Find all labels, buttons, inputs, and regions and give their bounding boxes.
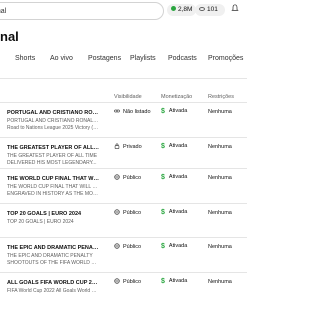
restrictions-cell: Nenhuma	[208, 244, 232, 250]
views-chip[interactable]: 101	[195, 4, 225, 16]
tab-posts[interactable]: Postagens	[88, 55, 121, 62]
video-title[interactable]: THE WORLD CUP FINAL THAT WILL B...	[7, 176, 99, 182]
visibility-label: Público	[123, 175, 142, 181]
video-description-line1: FIFA World Cup 2022 All Goals World Cup	[7, 288, 99, 294]
monetization-label: Ativada	[168, 243, 188, 249]
visibility-cell[interactable]: Público	[114, 209, 141, 216]
dollar-icon: $	[161, 209, 165, 216]
link-icon	[114, 109, 123, 115]
subscribers-count: 2,8M	[178, 6, 193, 13]
video-title[interactable]: ALL GOALS FIFA WORLD CUP 2022	[7, 280, 99, 286]
column-visibility[interactable]: Visibilidade	[114, 94, 142, 100]
restrictions-cell: Nenhuma	[208, 109, 232, 115]
tabs-divider	[0, 78, 247, 79]
dollar-icon: $	[161, 143, 165, 150]
dollar-icon: $	[161, 174, 165, 181]
visibility-label: Público	[123, 210, 142, 216]
video-description: FIFA World Cup 2022 All Goals World Cup	[7, 288, 99, 295]
visibility-label: Público	[123, 279, 142, 285]
search-input[interactable]: anal	[0, 2, 164, 20]
tab-live[interactable]: Ao vivo	[50, 55, 73, 62]
monetization-label: Ativada	[168, 278, 188, 284]
video-description-line1: PORTUGAL AND CRISTIANO RONALDO -	[7, 118, 99, 124]
tab-playlists[interactable]: Playlists	[130, 55, 156, 62]
monetization-cell[interactable]: $ Ativada	[161, 278, 187, 285]
video-description: THE GREATEST PLAYER OF ALL TIME DELIVERED…	[7, 153, 99, 166]
top-bar: anal 2,8M 101	[0, 0, 247, 22]
monetization-cell[interactable]: $ Ativada	[161, 209, 187, 216]
tab-podcasts[interactable]: Podcasts	[168, 55, 197, 62]
video-title[interactable]: TOP 20 GOALS | EURO 2024	[7, 211, 99, 217]
video-description: PORTUGAL AND CRISTIANO RONALDO - Road to …	[7, 118, 99, 131]
dollar-icon: $	[161, 243, 165, 250]
visibility-label: Público	[123, 244, 142, 250]
monetization-cell[interactable]: $ Ativada	[161, 143, 187, 150]
bell-icon[interactable]	[231, 4, 239, 12]
restrictions-cell: Nenhuma	[208, 144, 232, 150]
video-description-line2: ENGRAVED IN HISTORY AS THE MOST...	[7, 190, 99, 197]
column-monetization[interactable]: Monetização	[161, 94, 192, 100]
page-title: nal	[0, 29, 19, 44]
visibility-cell[interactable]: Público	[114, 174, 141, 181]
globe-icon	[114, 174, 123, 181]
tab-shorts[interactable]: Shorts	[15, 55, 35, 62]
header-divider	[0, 102, 247, 103]
globe-icon	[114, 209, 123, 216]
visibility-label: Privado	[123, 144, 142, 150]
video-description-line1: TOP 20 GOALS | EURO 2024	[7, 219, 74, 225]
video-title[interactable]: PORTUGAL AND CRISTIANO RONALDO...	[7, 110, 99, 116]
monetization-cell[interactable]: $ Ativada	[161, 108, 187, 115]
video-title[interactable]: THE EPIC AND DRAMATIC PENALTY S...	[7, 245, 99, 251]
visibility-cell[interactable]: Privado	[114, 143, 142, 150]
restrictions-cell: Nenhuma	[208, 210, 232, 216]
row-divider	[0, 237, 247, 238]
row-divider	[0, 272, 247, 273]
monetization-label: Ativada	[168, 108, 188, 114]
monetization-label: Ativada	[168, 143, 188, 149]
video-description: THE WORLD CUP FINAL THAT WILL BE ENGRAVED…	[7, 184, 99, 197]
video-description-line1: THE WORLD CUP FINAL THAT WILL BE	[7, 184, 99, 190]
visibility-cell[interactable]: Público	[114, 243, 141, 250]
restrictions-cell: Nenhuma	[208, 279, 232, 285]
monetization-cell[interactable]: $ Ativada	[161, 174, 187, 181]
lock-icon	[114, 143, 123, 150]
column-restrictions[interactable]: Restrições	[208, 94, 234, 100]
row-divider	[0, 168, 247, 169]
table-row[interactable]: ALL GOALS FIFA WORLD CUP 2022 FIFA World …	[0, 276, 247, 329]
views-count: 101	[207, 6, 218, 13]
restrictions-cell: Nenhuma	[208, 175, 232, 181]
row-divider	[0, 203, 247, 204]
monetization-label: Ativada	[168, 174, 188, 180]
live-dot-icon	[171, 6, 176, 11]
video-description-line2: Road to Nations League 2025 Victory (Al.…	[7, 124, 99, 131]
video-description-line1: THE GREATEST PLAYER OF ALL TIME	[7, 153, 98, 159]
video-description-line1: THE EPIC AND DRAMATIC PENALTY	[7, 253, 93, 259]
video-title[interactable]: THE GREATEST PLAYER OF ALL TIME ...	[7, 145, 99, 151]
video-description: THE EPIC AND DRAMATIC PENALTY SHOOTOUTS O…	[7, 253, 99, 266]
video-description: TOP 20 GOALS | EURO 2024	[7, 219, 99, 226]
visibility-label: Não listado	[123, 109, 151, 115]
tab-promotions[interactable]: Promoções	[208, 55, 243, 62]
globe-icon	[114, 278, 123, 285]
visibility-cell[interactable]: Não listado	[114, 108, 151, 115]
search-text: anal	[0, 8, 7, 15]
dollar-icon: $	[161, 278, 165, 285]
row-divider	[0, 137, 247, 138]
visibility-cell[interactable]: Público	[114, 278, 141, 285]
monetization-cell[interactable]: $ Ativada	[161, 243, 187, 250]
monetization-label: Ativada	[168, 209, 188, 215]
dollar-icon: $	[161, 108, 165, 115]
eye-icon	[199, 7, 205, 11]
video-description-line2: DELIVERED HIS MOST LEGENDARY...	[7, 159, 97, 166]
video-description-line2: SHOOTOUTS OF THE FIFA WORLD CUP	[7, 259, 99, 266]
subscribers-chip[interactable]: 2,8M	[167, 4, 196, 16]
globe-icon	[114, 243, 123, 250]
